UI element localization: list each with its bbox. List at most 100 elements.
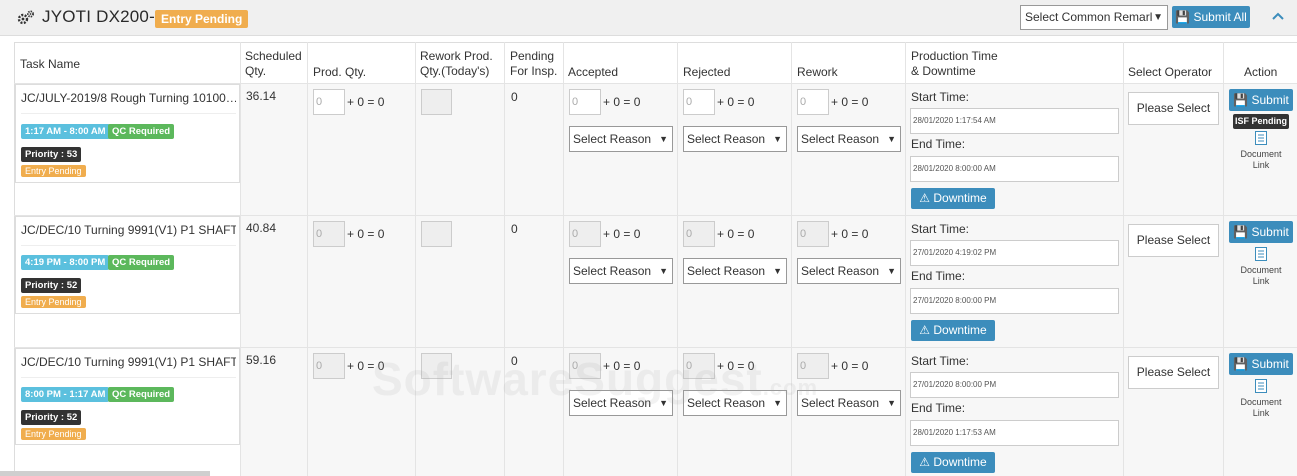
start-time-label: Start Time: — [911, 222, 970, 236]
downtime-button[interactable]: ⚠ Downtime — [911, 320, 995, 341]
machine-title: JYOTI DX200-1 — [42, 7, 165, 26]
warning-icon: ⚠ — [919, 191, 931, 205]
rejected-reason-select[interactable]: Select Reason ▼ — [683, 258, 787, 284]
rework-qty-input — [421, 89, 452, 115]
submit-all-button[interactable]: 💾 Submit All — [1172, 6, 1250, 28]
entry-pending-badge: Entry Pending — [21, 165, 86, 177]
task-name: JC/DEC/10 Turning 9991(V1) P1 SHAFT — [21, 355, 236, 369]
accepted-reason-select[interactable]: Select Reason ▼ — [569, 126, 673, 152]
submit-button[interactable]: 💾 Submit — [1229, 89, 1293, 111]
document-icon[interactable] — [1255, 379, 1267, 393]
save-icon: 💾 — [1175, 10, 1191, 24]
document-link[interactable]: Document Link — [1229, 265, 1293, 287]
accepted-reason-select[interactable]: Select Reason ▼ — [569, 258, 673, 284]
operator-select[interactable]: Please Select — [1128, 356, 1219, 389]
accepted-qty-input: 0 — [569, 221, 601, 247]
caret-down-icon: ▼ — [773, 134, 782, 144]
column-divider — [905, 42, 906, 476]
operator-select[interactable]: Please Select — [1128, 92, 1219, 125]
caret-down-icon: ▼ — [887, 266, 896, 276]
column-divider — [415, 42, 416, 476]
prod-qty-input: 0 — [313, 221, 345, 247]
qc-badge: QC Required — [108, 387, 175, 402]
caret-down-icon: ▼ — [887, 398, 896, 408]
downtime-label: Downtime — [933, 191, 987, 205]
time-badge: 8:00 PM - 1:17 AM — [21, 387, 110, 402]
warning-icon: ⚠ — [919, 323, 931, 337]
end-time-field[interactable]: 27/01/2020 8:00:00 PM — [910, 288, 1119, 314]
document-icon[interactable] — [1255, 247, 1267, 261]
document-link-line2: Link — [1252, 276, 1270, 286]
header-rework-prod: Rework Prod. Qty.(Today's) — [420, 49, 493, 79]
start-time-field[interactable]: 28/01/2020 1:17:54 AM — [910, 108, 1119, 134]
header-scheduled-line2: Qty. — [245, 64, 267, 78]
accepted-qty-input[interactable]: 0 — [569, 89, 601, 115]
chevron-up-icon[interactable] — [1271, 10, 1285, 22]
document-link-line1: Document — [1240, 265, 1282, 275]
watermark-main: SoftwareSuggest — [372, 353, 763, 405]
rework-qty-sum: + 0 = 0 — [831, 359, 869, 373]
header-prodtime-line2: & Downtime — [911, 64, 976, 78]
caret-down-icon: ▼ — [1153, 12, 1163, 23]
caret-down-icon: ▼ — [887, 134, 896, 144]
operator-select[interactable]: Please Select — [1128, 224, 1219, 257]
rework-reason-label: Select Reason — [801, 264, 880, 278]
entry-pending-badge: Entry Pending — [21, 296, 86, 308]
start-time-label: Start Time: — [911, 354, 970, 368]
common-remark-select[interactable]: Select Common Remarl ▼ — [1020, 5, 1168, 30]
divider — [21, 377, 236, 378]
warning-icon: ⚠ — [919, 455, 931, 469]
status-badge: Entry Pending — [155, 10, 249, 28]
rejected-qty-input[interactable]: 0 — [683, 89, 715, 115]
rework-qty-input: 0 — [797, 221, 829, 247]
column-divider — [240, 42, 241, 476]
document-link[interactable]: Document Link — [1229, 397, 1293, 419]
column-divider — [563, 42, 564, 476]
end-time-field[interactable]: 28/01/2020 8:00:00 AM — [910, 156, 1119, 182]
panel-header: JYOTI DX200-1 Entry Pending Select Commo… — [0, 0, 1297, 36]
rejected-reason-select[interactable]: Select Reason ▼ — [683, 126, 787, 152]
start-time-field[interactable]: 27/01/2020 4:19:02 PM — [910, 240, 1119, 266]
rework-reason-select[interactable]: Select Reason ▼ — [797, 258, 901, 284]
divider — [21, 245, 236, 246]
header-operator: Select Operator — [1128, 65, 1213, 79]
downtime-label: Downtime — [933, 455, 987, 469]
task-cell: JC/JULY-2019/8 Rough Turning 10100… 1:17… — [15, 84, 240, 183]
downtime-button[interactable]: ⚠ Downtime — [911, 452, 995, 473]
document-icon[interactable] — [1255, 131, 1267, 145]
rework-qty-input — [421, 221, 452, 247]
priority-badge: Priority : 53 — [21, 147, 82, 162]
header-accepted: Accepted — [568, 65, 619, 79]
document-link-line1: Document — [1240, 397, 1282, 407]
header-pending-line1: Pending — [510, 49, 555, 63]
prod-qty-sum: + 0 = 0 — [347, 95, 385, 109]
submit-all-label: Submit All — [1193, 10, 1247, 24]
priority-badge: Priority : 52 — [21, 278, 82, 293]
prod-qty-input: 0 — [313, 353, 345, 379]
pending-insp: 0 — [511, 222, 518, 236]
scheduled-qty: 59.16 — [246, 353, 277, 367]
header-prodtime-line1: Production Time — [911, 49, 998, 63]
isf-pending-badge: ISF Pending — [1233, 114, 1289, 129]
accepted-reason-label: Select Reason — [573, 264, 652, 278]
rework-reason-select[interactable]: Select Reason ▼ — [797, 126, 901, 152]
header-scheduled-line1: Scheduled — [245, 49, 302, 63]
end-time-field[interactable]: 28/01/2020 1:17:53 AM — [910, 420, 1119, 446]
document-link[interactable]: Document Link — [1229, 149, 1293, 171]
pending-insp: 0 — [511, 90, 518, 104]
rework-qty-input[interactable]: 0 — [797, 89, 829, 115]
prod-qty-input[interactable]: 0 — [313, 89, 345, 115]
document-link-line2: Link — [1252, 160, 1270, 170]
rejected-reason-label: Select Reason — [687, 264, 766, 278]
end-time-label: End Time: — [911, 137, 966, 151]
submit-label: Submit — [1251, 225, 1289, 239]
horizontal-scrollbar[interactable] — [0, 471, 210, 476]
rework-qty-sum: + 0 = 0 — [831, 227, 869, 241]
column-divider — [1123, 42, 1124, 476]
submit-button[interactable]: 💾 Submit — [1229, 221, 1293, 243]
start-time-field[interactable]: 27/01/2020 8:00:00 PM — [910, 372, 1119, 398]
save-icon: 💾 — [1233, 357, 1249, 371]
header-pending: Pending For Insp. — [510, 49, 557, 79]
downtime-button[interactable]: ⚠ Downtime — [911, 188, 995, 209]
submit-button[interactable]: 💾 Submit — [1229, 353, 1293, 375]
